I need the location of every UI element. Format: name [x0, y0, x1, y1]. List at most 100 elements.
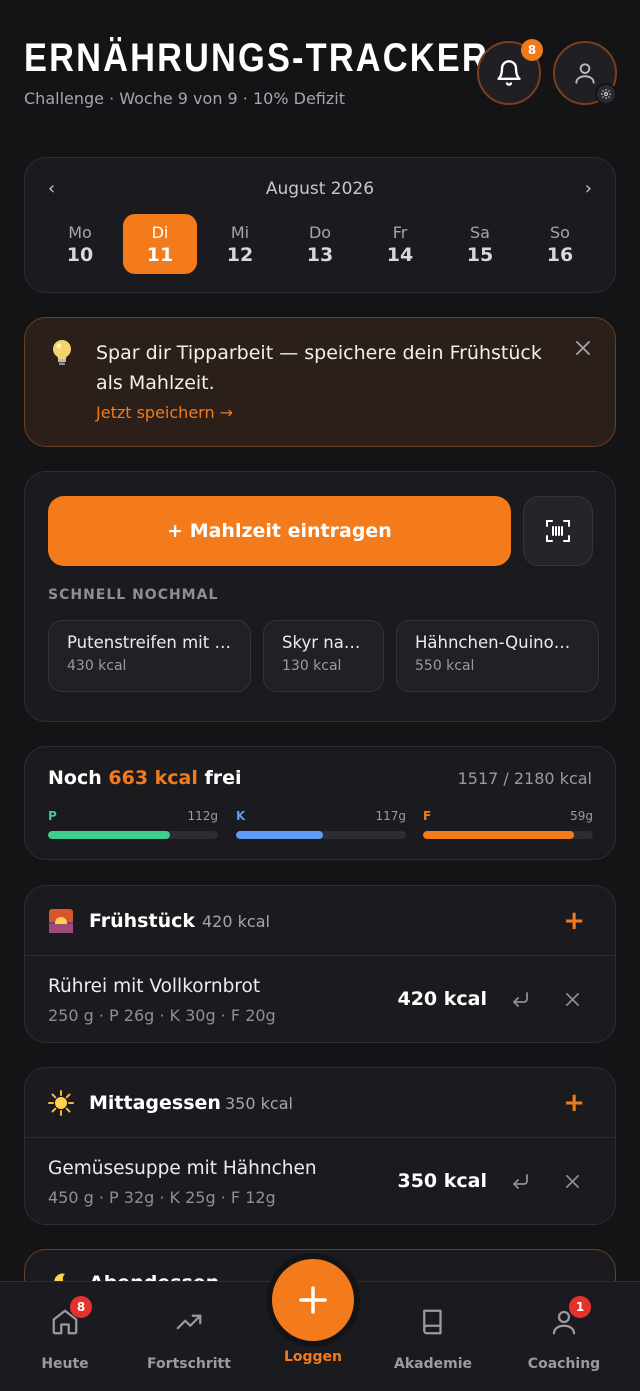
- food-entry-meta: 450 g · P 32g · K 25g · F 12g: [48, 1188, 276, 1207]
- save-meal-link[interactable]: Jetzt speichern →: [96, 403, 233, 422]
- sun-icon: [48, 1090, 74, 1116]
- add-food-button[interactable]: +: [563, 1088, 585, 1118]
- delete-entry-button[interactable]: [559, 1168, 585, 1194]
- day-name: Do: [308, 222, 332, 242]
- reuse-entry-button[interactable]: [507, 986, 533, 1012]
- nav-label: Akademie: [394, 1356, 472, 1372]
- meal-name: Frühstück: [89, 910, 196, 932]
- macro-carbs: K 117g: [236, 809, 406, 839]
- add-meal-button[interactable]: + Mahlzeit eintragen: [48, 496, 511, 566]
- macro-protein: P 112g: [48, 809, 218, 839]
- nav-label: Coaching: [527, 1356, 601, 1372]
- calendar-day[interactable]: Mi 12: [203, 214, 277, 274]
- calendar-day[interactable]: Mo 10: [43, 214, 117, 274]
- macro-progress-track: [423, 831, 593, 839]
- macro-progress-fill: [423, 831, 575, 839]
- macro-progress-track: [236, 831, 406, 839]
- remaining-suffix: frei: [204, 767, 242, 789]
- calendar-day[interactable]: Do 13: [283, 214, 357, 274]
- return-icon: [513, 1174, 528, 1189]
- quick-meal-item[interactable]: Hähnchen-Quinoa ... 550 kcal: [396, 620, 599, 692]
- nav-badge: 1: [569, 1296, 591, 1318]
- day-number: 16: [546, 243, 574, 266]
- macro-progress-track: [48, 831, 218, 839]
- remaining-calories-card: Noch 663 kcal frei 1517 / 2180 kcal P 11…: [24, 746, 616, 860]
- quick-meal-kcal: 430 kcal: [67, 658, 127, 674]
- gear-icon: [601, 89, 611, 99]
- notifications-button[interactable]: 8: [477, 39, 543, 105]
- remaining-prefix: Noch: [48, 767, 102, 789]
- macro-value: 117g: [375, 809, 406, 823]
- quick-repeat-label: SCHNELL NOCHMAL: [48, 587, 219, 603]
- app-subtitle: Challenge · Woche 9 von 9 · 10% Defizit: [24, 89, 345, 108]
- food-entry-kcal: 420 kcal: [397, 988, 487, 1010]
- day-number: 13: [306, 243, 334, 266]
- macro-letter: P: [48, 809, 57, 823]
- book-icon: [423, 1309, 442, 1335]
- remaining-value: 663 kcal: [108, 767, 198, 789]
- day-name: Mi: [230, 222, 250, 242]
- day-number: 12: [226, 243, 254, 266]
- day-number: 11: [146, 243, 174, 266]
- app-title: ERNÄHRUNGS-TRACKER: [24, 36, 489, 80]
- quick-meal-kcal: 550 kcal: [415, 658, 475, 674]
- macro-value: 112g: [187, 809, 218, 823]
- plus-icon: [299, 1286, 327, 1314]
- day-number: 10: [66, 243, 94, 266]
- log-fab-button[interactable]: [272, 1259, 354, 1341]
- nav-akademie[interactable]: Akademie: [378, 1304, 488, 1372]
- nav-fortschritt[interactable]: Fortschritt: [134, 1304, 244, 1372]
- quick-meal-item[interactable]: Skyr natur 130 kcal: [263, 620, 384, 692]
- sunrise-icon: [49, 909, 73, 933]
- macro-progress-fill: [236, 831, 323, 839]
- quick-meal-name: Hähnchen-Quinoa ...: [415, 633, 580, 652]
- close-icon: [565, 1174, 579, 1188]
- user-icon: [575, 63, 595, 84]
- food-entry-kcal: 350 kcal: [397, 1170, 487, 1192]
- calendar-day-selected[interactable]: Di 11: [123, 214, 197, 274]
- nav-heute[interactable]: 8 Heute: [10, 1296, 120, 1372]
- meal-card-breakfast: Frühstück 420 kcal + Rührei mit Vollkorn…: [24, 885, 616, 1043]
- settings-badge[interactable]: [595, 83, 617, 105]
- meal-header: Frühstück 420 kcal +: [25, 886, 615, 956]
- quick-meal-name: Putenstreifen mit P...: [67, 633, 232, 652]
- calendar-day[interactable]: So 16: [523, 214, 597, 274]
- calendar-day[interactable]: Sa 15: [443, 214, 517, 274]
- macro-value: 59g: [570, 809, 593, 823]
- meal-kcal: 420 kcal: [202, 912, 270, 931]
- trending-up-icon: [176, 1314, 202, 1330]
- reuse-entry-button[interactable]: [507, 1168, 533, 1194]
- food-entry-name: Gemüsesuppe mit Hähnchen: [48, 1158, 317, 1179]
- nav-label: Heute: [41, 1356, 89, 1372]
- next-month-button[interactable]: ›: [585, 178, 592, 199]
- quick-meal-item[interactable]: Putenstreifen mit P... 430 kcal: [48, 620, 251, 692]
- week-calendar: ‹ August 2026 › Mo 10 Di 11 Mi 12 Do 13 …: [24, 157, 616, 293]
- quick-meal-name: Skyr natur: [282, 633, 365, 652]
- macro-letter: K: [236, 809, 246, 823]
- add-food-button[interactable]: +: [563, 906, 585, 936]
- meal-header: Mittagessen 350 kcal +: [25, 1068, 615, 1138]
- calendar-month: August 2026: [265, 179, 375, 199]
- macro-progress-fill: [48, 831, 171, 839]
- add-meal-card: + Mahlzeit eintragen SCHNELL NOCHMAL Put…: [24, 471, 616, 722]
- nav-coaching[interactable]: 1 Coaching: [509, 1296, 619, 1372]
- meal-card-lunch: Mittagessen 350 kcal + Gemüsesuppe mit H…: [24, 1067, 616, 1225]
- delete-entry-button[interactable]: [559, 986, 585, 1012]
- bell-icon: [497, 60, 521, 86]
- nav-label-loggen: Loggen: [283, 1349, 343, 1365]
- scan-button[interactable]: [523, 496, 593, 566]
- calorie-total: 1517 / 2180 kcal: [457, 769, 592, 788]
- food-entry-meta: 250 g · P 26g · K 30g · F 20g: [48, 1006, 276, 1025]
- day-name: Mo: [68, 222, 92, 242]
- tip-text: Spar dir Tipparbeit — speichere dein Frü…: [96, 342, 542, 394]
- calendar-day[interactable]: Fr 14: [363, 214, 437, 274]
- close-icon[interactable]: [575, 340, 591, 356]
- profile-button[interactable]: [553, 41, 617, 105]
- notification-count-badge: 8: [521, 39, 543, 61]
- meal-kcal: 350 kcal: [225, 1094, 293, 1113]
- return-icon: [513, 992, 528, 1007]
- nav-badge: 8: [70, 1296, 92, 1318]
- day-name: Fr: [392, 222, 408, 242]
- day-number: 15: [466, 243, 494, 266]
- barcode-scan-icon: [546, 520, 570, 542]
